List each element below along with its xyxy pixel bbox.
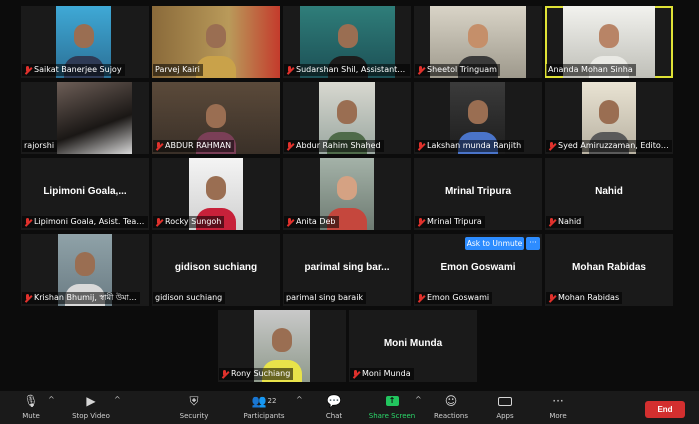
participant-video [57,82,132,154]
participant-display-name: Emon Goswami [440,262,516,273]
participant-tile[interactable]: Rocky Sungoh [152,158,280,230]
chevron-up-icon[interactable]: ^ [114,395,121,404]
chat-bubble-icon: 💬 [326,394,342,408]
participant-nameplate: Moni Munda [350,368,414,380]
apps-icon [498,396,512,406]
muted-mic-icon [24,217,32,227]
muted-mic-icon [286,217,294,227]
participant-nameplate: Nahid [546,216,585,228]
participant-tile[interactable]: Rony Suchiang [218,310,346,382]
participant-tile[interactable]: Sheetol Tringuam [414,6,542,78]
participant-tile[interactable]: Saikat Banerjee Sujoy [21,6,149,78]
participant-tile[interactable]: Sudarshan Shil, Assistant ... [283,6,411,78]
muted-mic-icon [417,141,425,151]
participant-nameplate: Sudarshan Shil, Assistant ... [284,64,410,76]
participant-nameplate: Syed Amiruzzaman, Editor,... [546,140,672,152]
participant-nameplate: Mohan Rabidas [546,292,623,304]
participant-nameplate: rajorshi [22,140,58,152]
muted-mic-icon [417,217,425,227]
participant-display-name: Lipimoni Goala,... [43,186,127,197]
participants-count: 22 [267,397,277,405]
participant-tile[interactable]: gidison suchiang gidison suchiang [152,234,280,306]
participant-display-name: gidison suchiang [174,262,258,273]
participant-display-name: Nahid [595,186,623,197]
participant-nameplate: Saikat Banerjee Sujoy [22,64,125,76]
participant-nameplate: parimal sing baraik [284,292,367,304]
microphone-icon: 🎙 [23,394,39,408]
muted-mic-icon [548,141,556,151]
participant-display-name: Mrinal Tripura [444,186,512,197]
chevron-up-icon[interactable]: ^ [48,395,55,404]
participant-nameplate: Anita Deb [284,216,339,228]
zoom-meeting-window: Saikat Banerjee Sujoy Parvej Kairi Sudar… [0,0,699,424]
participant-nameplate: Mrinal Tripura [415,216,485,228]
participant-tile-active-speaker[interactable]: Ananda Mohan Sinha [545,6,673,78]
reactions-button[interactable]: ☺ Reactions [433,391,469,424]
meeting-toolbar: 🎙 Mute ^ ▶ Stop Video ^ ⛨ Security 👥 22 P… [0,391,699,424]
participant-tile[interactable]: Syed Amiruzzaman, Editor,... [545,82,673,154]
muted-mic-icon [417,293,425,303]
more-dots-icon: ··· [552,394,564,408]
participant-nameplate: Parvej Kairi [153,64,203,76]
share-screen-icon: ↑ [385,396,399,406]
participant-nameplate: Krishan Bhumij, স্বামী উমা... [22,292,140,304]
participant-nameplate: Rony Suchiang [219,368,294,380]
participant-tile[interactable]: parimal sing bar... parimal sing baraik [283,234,411,306]
participant-tile[interactable]: Mrinal Tripura Mrinal Tripura [414,158,542,230]
participant-tile[interactable]: Moni Munda Moni Munda [349,310,477,382]
end-meeting-button[interactable]: End [645,401,685,418]
participant-display-name: parimal sing bar... [304,262,390,273]
participant-nameplate: Lipimoni Goala, Asist. Teac... [22,216,148,228]
ask-to-unmute-button[interactable]: Ask to Unmute [465,237,524,250]
muted-mic-icon [24,65,32,75]
security-button[interactable]: ⛨ Security [178,391,210,424]
people-icon: 👥 22 [251,394,277,408]
muted-mic-icon [155,217,163,227]
apps-button[interactable]: Apps [493,391,517,424]
participant-tile[interactable]: Nahid Nahid [545,158,673,230]
participant-nameplate: gidison suchiang [153,292,226,304]
participant-nameplate: Ananda Mohan Sinha [546,64,636,76]
participant-tile[interactable]: Krishan Bhumij, স্বামী উমা... [21,234,149,306]
emoji-plus-icon: ☺ [444,394,458,408]
participant-nameplate: Rocky Sungoh [153,216,225,228]
participant-tile[interactable]: ABDUR RAHMAN [152,82,280,154]
participant-tile[interactable]: Parvej Kairi [152,6,280,78]
participant-nameplate: ABDUR RAHMAN [153,140,235,152]
chevron-up-icon[interactable]: ^ [296,395,303,404]
muted-mic-icon [286,65,294,75]
more-button[interactable]: ··· More [546,391,570,424]
participant-more-button[interactable]: ··· [526,237,540,250]
participant-tile[interactable]: rajorshi [21,82,149,154]
participant-display-name: Moni Munda [383,338,443,349]
muted-mic-icon [417,65,425,75]
muted-mic-icon [352,369,360,379]
participant-nameplate: Emon Goswami [415,292,493,304]
muted-mic-icon [221,369,229,379]
muted-mic-icon [24,293,32,303]
chevron-up-icon[interactable]: ^ [415,395,422,404]
share-screen-button[interactable]: ↑ Share Screen [368,391,416,424]
chat-button[interactable]: 💬 Chat [322,391,346,424]
participant-tile[interactable]: Mohan Rabidas Mohan Rabidas [545,234,673,306]
muted-mic-icon [155,141,163,151]
stop-video-button[interactable]: ▶ Stop Video [70,391,112,424]
participant-tile[interactable]: Lakshan munda Ranjith [414,82,542,154]
muted-mic-icon [548,293,556,303]
muted-mic-icon [286,141,294,151]
mute-button[interactable]: 🎙 Mute [18,391,44,424]
muted-mic-icon [548,217,556,227]
participant-nameplate: Abdur Rahim Shahed [284,140,384,152]
participant-tile[interactable]: Lipimoni Goala,... Lipimoni Goala, Asist… [21,158,149,230]
shield-icon: ⛨ [189,393,199,408]
participants-button[interactable]: 👥 22 Participants [243,391,285,424]
participant-tile[interactable]: Anita Deb [283,158,411,230]
participant-tile[interactable]: Abdur Rahim Shahed [283,82,411,154]
participant-nameplate: Sheetol Tringuam [415,64,500,76]
participant-nameplate: Lakshan munda Ranjith [415,140,525,152]
video-camera-icon: ▶ [86,394,96,408]
participant-display-name: Mohan Rabidas [572,262,646,273]
